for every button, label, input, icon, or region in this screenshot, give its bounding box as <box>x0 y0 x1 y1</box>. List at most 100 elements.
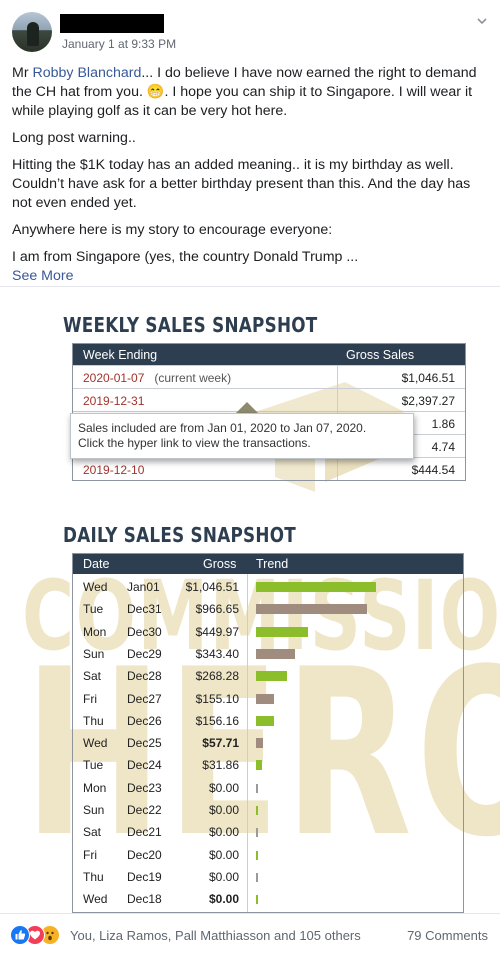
table-row[interactable]: Sun Dec29 $343.40 <box>73 643 463 665</box>
gross-sales-value: 1.86 <box>431 417 455 431</box>
trend-bar <box>256 582 376 592</box>
week-link[interactable]: 2019-12-31 <box>83 394 144 408</box>
post-footer: You, Liza Ramos, Pall Matthiasson and 10… <box>0 913 500 956</box>
table-row[interactable]: Wed Jan01 $1,046.51 <box>73 576 463 598</box>
gross-cell: $268.28 <box>195 669 239 684</box>
gross-sales-value: 4.74 <box>431 440 455 454</box>
like-reaction-icon <box>10 925 30 945</box>
gross-cell: $449.97 <box>195 624 239 639</box>
date-cell: Dec25 <box>127 736 162 751</box>
date-cell: Dec18 <box>127 892 162 907</box>
gross-cell: $0.00 <box>208 847 239 862</box>
gross-cell: $0.00 <box>208 892 239 907</box>
trend-bar <box>256 806 258 815</box>
table-row[interactable]: 2019-12-31 $2,397.27 <box>73 388 465 411</box>
trend-bar <box>256 715 274 726</box>
day-cell: Thu <box>83 869 104 884</box>
date-cell: Dec24 <box>127 758 162 773</box>
day-cell: Sat <box>83 669 102 684</box>
day-cell: Sun <box>83 646 105 661</box>
table-row[interactable]: Wed Dec18 $0.00 <box>73 888 463 910</box>
date-cell: Jan01 <box>127 580 160 594</box>
table-row[interactable]: 2020-01-07 (current week) $1,046.51 <box>73 365 465 388</box>
weekly-sales-table: Week Ending Gross Sales 2020-01-07 (curre… <box>72 343 466 481</box>
date-cell: Dec21 <box>127 825 162 840</box>
tooltip-arrow <box>236 402 258 413</box>
table-row[interactable]: Tue Dec24 $31.86 <box>73 754 463 776</box>
day-cell: Tue <box>83 758 104 773</box>
day-cell: Fri <box>83 847 97 862</box>
table-row[interactable]: Mon Dec23 $0.00 <box>73 777 463 799</box>
gross-sales-value: $2,397.27 <box>401 394 455 408</box>
facebook-post: January 1 at 9:33 PM Mr Robby Blanchard.… <box>0 0 500 956</box>
column-header: Date <box>83 557 110 571</box>
day-cell: Sun <box>83 803 105 817</box>
day-cell: Wed <box>83 580 108 594</box>
gross-cell: $0.00 <box>208 780 239 795</box>
column-header: Week Ending <box>83 348 158 362</box>
table-row[interactable]: Tue Dec31 $966.65 <box>73 598 463 620</box>
gross-cell: $155.10 <box>195 691 239 706</box>
day-cell: Mon <box>83 624 107 639</box>
gross-sales-value: $1,046.51 <box>401 371 455 385</box>
trend-bar <box>256 895 258 905</box>
date-cell: Dec20 <box>127 847 162 862</box>
table-row[interactable]: Sun Dec22 $0.00 <box>73 799 463 821</box>
trend-bar <box>256 738 263 749</box>
comments-count[interactable]: 79 Comments <box>407 928 488 943</box>
weekly-snapshot-title: WEEKLY SALES SNAPSHOT <box>63 313 318 337</box>
trend-bar <box>256 626 308 637</box>
post-image[interactable]: COMMISSION HERO WEEKLY SALES SNAPSHOT We… <box>0 0 500 913</box>
gross-cell: $0.00 <box>208 825 239 840</box>
trend-bar <box>256 604 367 615</box>
gross-sales-value: $444.54 <box>411 463 455 477</box>
week-link[interactable]: 2020-01-07 (current week) <box>83 371 231 385</box>
week-link[interactable]: 2019-12-10 <box>83 463 144 477</box>
date-cell: Dec30 <box>127 624 162 639</box>
trend-bar <box>256 760 262 771</box>
gross-cell: $156.16 <box>195 713 239 728</box>
trend-bar <box>256 671 287 682</box>
trend-bar <box>256 850 258 860</box>
gross-cell: $0.00 <box>208 803 239 817</box>
daily-snapshot-title: DAILY SALES SNAPSHOT <box>63 523 296 547</box>
gross-cell: $966.65 <box>195 602 239 617</box>
reactions-summary[interactable]: You, Liza Ramos, Pall Matthiasson and 10… <box>70 928 361 943</box>
date-cell: Dec26 <box>127 713 162 728</box>
gross-cell: $0.00 <box>208 869 239 884</box>
tooltip-text: Click the hyper link to view the transac… <box>78 436 311 450</box>
table-row[interactable]: Sat Dec28 $268.28 <box>73 665 463 687</box>
table-header: Week Ending Gross Sales <box>73 344 465 365</box>
table-row[interactable]: Thu Dec26 $156.16 <box>73 710 463 732</box>
day-cell: Thu <box>83 713 104 728</box>
trend-bar <box>256 783 258 793</box>
day-cell: Sat <box>83 825 102 840</box>
daily-sales-table: Date Gross Trend Wed Jan01 $1,046.51 Tue Dec… <box>72 553 464 913</box>
date-cell: Dec19 <box>127 869 162 884</box>
date-cell: Dec28 <box>127 669 162 684</box>
date-cell: Dec23 <box>127 780 162 795</box>
column-header: Trend <box>256 557 289 571</box>
day-cell: Fri <box>83 691 97 706</box>
gross-cell: $31.86 <box>202 758 239 773</box>
trend-bar <box>256 648 295 659</box>
date-cell: Dec29 <box>127 646 162 661</box>
gross-cell: $1,046.51 <box>185 580 239 594</box>
table-row[interactable]: Thu Dec19 $0.00 <box>73 866 463 888</box>
tooltip-text: Sales included are from Jan 01, 2020 to … <box>78 421 367 435</box>
table-row[interactable]: Wed Dec25 $57.71 <box>73 732 463 754</box>
day-cell: Wed <box>83 892 108 907</box>
day-cell: Wed <box>83 736 108 751</box>
sales-tooltip: Sales included are from Jan 01, 2020 to … <box>70 413 414 459</box>
column-header: Gross <box>203 557 237 571</box>
table-row[interactable]: 2019-12-10 $444.54 <box>73 457 465 480</box>
gross-cell: $343.40 <box>195 646 239 661</box>
reaction-icons[interactable] <box>10 925 70 945</box>
table-row[interactable]: Fri Dec20 $0.00 <box>73 844 463 866</box>
table-row[interactable]: Sat Dec21 $0.00 <box>73 821 463 843</box>
table-row[interactable]: Mon Dec30 $449.97 <box>73 621 463 643</box>
date-cell: Dec27 <box>127 691 162 706</box>
table-row[interactable]: Fri Dec27 $155.10 <box>73 688 463 710</box>
trend-bar <box>256 872 258 882</box>
trend-bar <box>256 828 258 838</box>
